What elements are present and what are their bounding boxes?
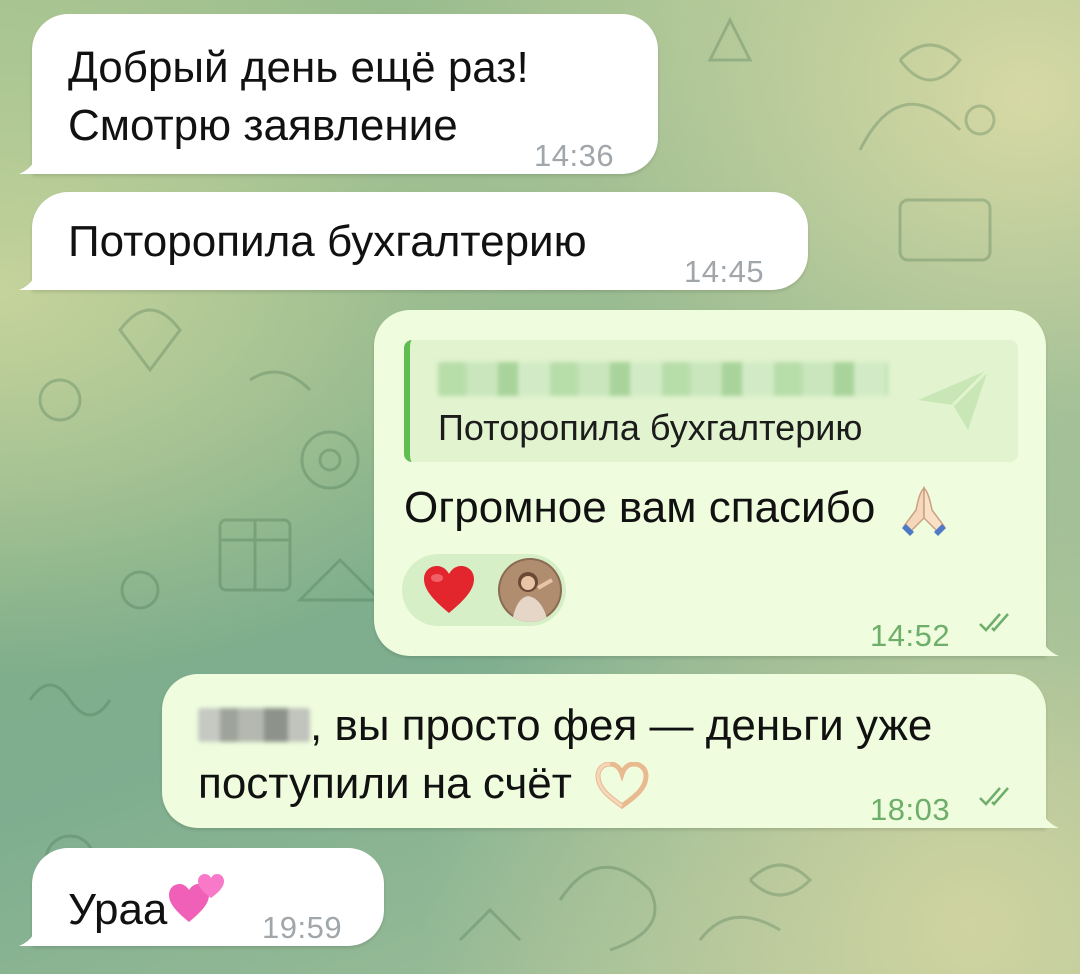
user-avatar-image [498, 558, 562, 622]
message-time: 19:59 [262, 910, 343, 945]
reactions-bar[interactable] [402, 554, 566, 626]
reply-author-redacted [438, 362, 888, 396]
message-time: 14:36 [534, 138, 615, 173]
message-text-line: Добрый день ещё раз! [68, 43, 529, 92]
message-text: Ураа [68, 868, 227, 940]
message-outgoing[interactable]: , вы просто фея — деньги уже поступили н… [162, 674, 1059, 828]
message-text-content: Ураа [68, 885, 168, 934]
message-outgoing[interactable]: Поторопила бухгалтерию Огромное вам спас… [374, 310, 1059, 656]
folded-hands-icon [901, 486, 946, 537]
read-checkmarks-icon [979, 787, 1009, 806]
chat-view: Добрый день ещё раз! Смотрю заявление 14… [0, 0, 1080, 974]
message-text-content: , вы просто фея — деньги уже [310, 701, 933, 750]
message-incoming[interactable]: Поторопила бухгалтерию 14:45 [19, 192, 808, 290]
bubble-tail [19, 260, 49, 290]
message-time: 18:03 [870, 792, 951, 827]
reply-quote[interactable]: Поторопила бухгалтерию [404, 340, 1018, 462]
two-hearts-icon [169, 874, 225, 922]
message-text: Огромное вам спасибо [404, 478, 952, 538]
message-incoming[interactable]: Добрый день ещё раз! Смотрю заявление 14… [19, 14, 658, 174]
read-checkmarks-icon [979, 613, 1009, 632]
reply-quote-text: Поторопила бухгалтерию [438, 407, 863, 448]
message-text-line: Смотрю заявление [68, 101, 458, 150]
message-text-line: , вы просто фея — деньги уже [198, 696, 932, 756]
redacted-name [198, 708, 310, 742]
message-text-content: Огромное вам спасибо [404, 483, 876, 532]
message-incoming[interactable]: Ураа 19:59 [19, 848, 384, 946]
message-text: Поторопила бухгалтерию [68, 217, 587, 266]
bubble-tail [19, 144, 49, 174]
message-time: 14:45 [684, 254, 765, 289]
red-heart-icon[interactable] [422, 565, 476, 615]
airplane-icon [918, 368, 990, 430]
avatar[interactable] [498, 558, 562, 622]
message-time: 14:52 [870, 618, 951, 653]
message-text-line: поступили на счёт [198, 754, 650, 814]
bubble-tail [1029, 798, 1059, 828]
heart-hands-icon [595, 762, 649, 810]
message-text-content: поступили на счёт [198, 759, 572, 808]
bubble-tail [1029, 626, 1059, 656]
bubble-tail [19, 916, 49, 946]
